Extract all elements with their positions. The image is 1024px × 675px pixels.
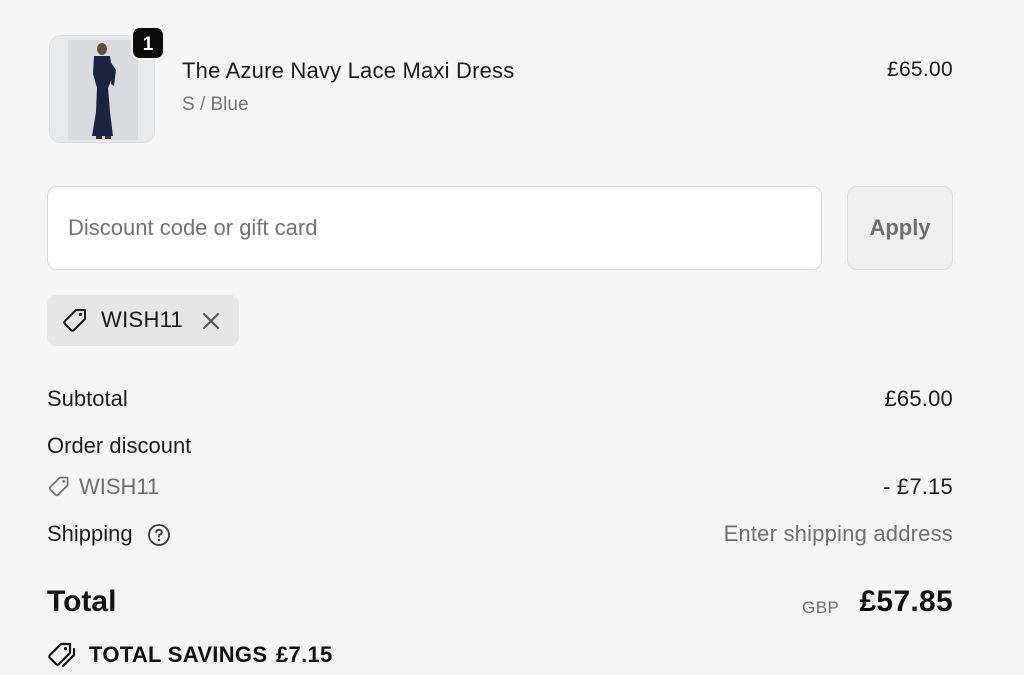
product-price: £65.00 bbox=[886, 58, 953, 81]
total-amount: £57.85 bbox=[859, 585, 953, 618]
remove-discount-close-icon[interactable] bbox=[199, 309, 223, 333]
apply-discount-button[interactable]: Apply bbox=[847, 186, 953, 270]
tag-icon bbox=[48, 476, 69, 497]
applied-discount-code: WISH11 bbox=[101, 307, 184, 332]
tag-icon bbox=[63, 309, 86, 332]
order-discount-code-text: WISH11 bbox=[79, 474, 160, 499]
shipping-label: Shipping bbox=[47, 521, 133, 546]
product-thumbnail-wrapper: 1 bbox=[48, 26, 165, 144]
help-circle-icon[interactable] bbox=[147, 523, 171, 547]
checkout-order-summary: 1 The Azure Navy Lace Maxi Dress S / Blu… bbox=[0, 0, 1024, 675]
subtotal-value: £65.00 bbox=[884, 386, 953, 411]
shipping-value: Enter shipping address bbox=[723, 521, 953, 546]
line-item: 1 The Azure Navy Lace Maxi Dress S / Blu… bbox=[48, 26, 953, 144]
quantity-badge: 1 bbox=[131, 26, 165, 60]
discount-code-input[interactable] bbox=[47, 186, 822, 270]
order-discount-label: Order discount bbox=[47, 433, 192, 458]
product-variant: S / Blue bbox=[182, 94, 249, 115]
product-title: The Azure Navy Lace Maxi Dress bbox=[182, 58, 515, 83]
double-tag-icon bbox=[48, 642, 76, 668]
total-label: Total bbox=[47, 585, 117, 618]
total-savings-label: TOTAL SAVINGS bbox=[89, 642, 268, 667]
applied-discount-chip: WISH11 bbox=[47, 295, 239, 346]
subtotal-label: Subtotal bbox=[47, 386, 128, 411]
order-discount-amount: - £7.15 bbox=[883, 474, 953, 499]
total-savings-amount: £7.15 bbox=[276, 642, 333, 667]
total-currency: GBP bbox=[802, 598, 840, 617]
